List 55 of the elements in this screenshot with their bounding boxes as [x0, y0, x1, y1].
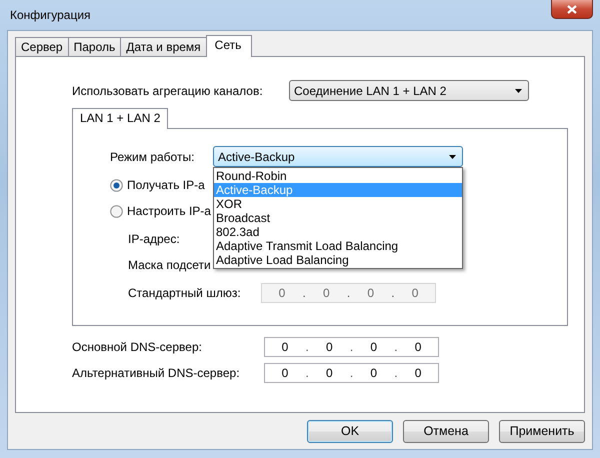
radio-button[interactable] — [110, 204, 123, 218]
ip-address-field[interactable]: 0 . 0 . 0 . 0 — [264, 363, 439, 383]
octet: 0 — [278, 285, 286, 302]
close-button[interactable] — [551, 0, 593, 19]
tab[interactable]: LAN 1 + LAN 2 — [72, 108, 168, 129]
radio-button[interactable] — [110, 178, 123, 192]
separator-dot: . — [350, 365, 354, 382]
aggregation-label: Использовать агрегацию каналов: — [72, 82, 264, 100]
separator-dot: . — [394, 339, 398, 356]
caret-icon — [449, 154, 456, 158]
radio-label: Настроить IP-а — [127, 203, 211, 220]
field-label: IP-адрес: — [128, 232, 180, 246]
dialog-button[interactable]: OK — [307, 420, 393, 443]
dropdown-option[interactable]: 802.3ad — [214, 225, 462, 239]
dropdown-option[interactable]: Adaptive Load Balancing — [214, 253, 462, 267]
field-label: Основной DNS-сервер: — [72, 339, 203, 356]
tab[interactable]: Сеть — [206, 35, 252, 57]
octet: 0 — [412, 285, 418, 302]
dialog-button[interactable]: Применить — [499, 420, 585, 443]
separator-dot: . — [350, 339, 354, 356]
separator-dot: . — [302, 285, 306, 302]
ip-address-field[interactable]: 0 . 0 . 0 . 0 — [264, 337, 439, 357]
octet: 0 — [367, 285, 374, 302]
caret-icon — [515, 88, 522, 92]
dropdown-option[interactable]: XOR — [214, 197, 462, 211]
separator-dot: . — [391, 285, 395, 302]
dropdown-option[interactable]: Adaptive Transmit Load Balancing — [214, 239, 462, 253]
close-icon — [567, 4, 577, 14]
octet: 0 — [414, 365, 422, 382]
dialog-button[interactable]: Отмена — [403, 420, 489, 443]
separator-dot: . — [305, 365, 309, 382]
octet: 0 — [326, 365, 333, 382]
dropdown-option[interactable]: Broadcast — [214, 211, 462, 225]
radio-label: Получать IP-а — [127, 177, 205, 194]
mode-label: Режим работы: — [110, 148, 196, 166]
aggregation-dropdown[interactable]: Соединение LAN 1 + LAN 2 — [289, 80, 529, 101]
field-label: Маска подсети — [128, 258, 211, 272]
octet: 0 — [282, 365, 288, 382]
window-title: Конфигурация — [10, 7, 91, 24]
octet: 0 — [370, 339, 378, 356]
separator-dot: . — [305, 339, 309, 356]
field-label: Стандартный шлюз: — [128, 286, 241, 300]
octet: 0 — [370, 365, 378, 382]
field-label: Альтернативный DNS-сервер: — [72, 365, 241, 382]
separator-dot: . — [346, 285, 350, 302]
tab[interactable]: Сервер — [15, 37, 69, 56]
octet: 0 — [322, 285, 330, 302]
tab[interactable]: Пароль — [68, 37, 122, 56]
separator-dot: . — [394, 365, 398, 382]
octet: 0 — [326, 339, 333, 356]
mode-dropdown[interactable]: Active-Backup — [213, 146, 463, 167]
tab[interactable]: Дата и время — [120, 37, 207, 56]
octet: 0 — [282, 339, 288, 356]
dropdown-option[interactable]: Round-Robin — [214, 169, 462, 183]
octet: 0 — [414, 339, 422, 356]
